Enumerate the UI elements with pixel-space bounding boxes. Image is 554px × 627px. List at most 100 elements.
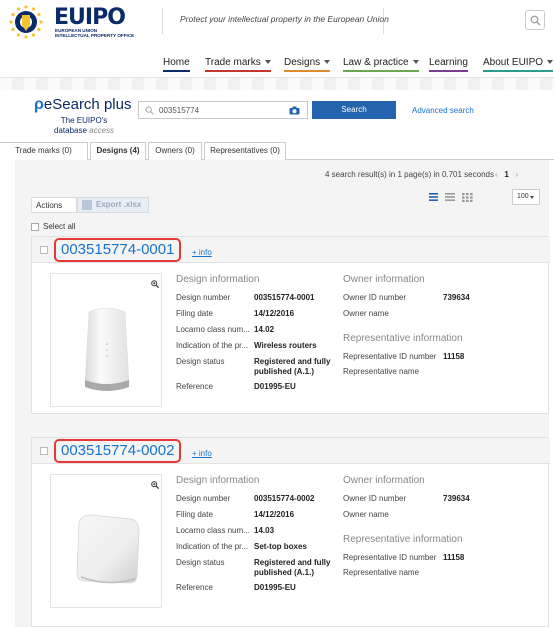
indication-label: Indication of the pr... — [176, 542, 249, 551]
eu-stars-icon — [9, 5, 43, 39]
locarno-value: 14.02 — [254, 325, 275, 334]
logo-subtitle: EUROPEAN UNION INTELLECTUAL PROPERTY OFF… — [55, 28, 135, 38]
indication-value: Set-top boxes — [254, 542, 307, 551]
status-label: Design status — [176, 357, 225, 366]
search-button[interactable]: Search — [312, 101, 396, 119]
design-result-card: 003515774-0002 + info Design information — [31, 437, 550, 627]
reference-value: D01995-EU — [254, 382, 296, 391]
design-number-value: 003515774-0002 — [254, 494, 315, 503]
euipo-logo[interactable]: EUIPO EUROPEAN UNION INTELLECTUAL PROPER… — [8, 4, 148, 40]
card-header: 003515774-0001 + info — [32, 237, 550, 263]
design-thumbnail[interactable] — [50, 273, 162, 407]
site-search-button[interactable] — [525, 10, 545, 30]
search-icon — [530, 15, 541, 26]
owner-id-value: 739634 — [443, 494, 470, 503]
pagination: ‹ 1 › — [495, 170, 518, 179]
rep-info-heading: Representative information — [343, 333, 463, 344]
grid-view-icon[interactable] — [462, 193, 473, 202]
rep-name-label: Representative name — [343, 568, 420, 577]
filing-date-value: 14/12/2016 — [254, 309, 295, 318]
rep-id-label: Representative ID number — [343, 553, 437, 562]
owner-id-label: Owner ID number — [343, 494, 407, 503]
export-xlsx-button[interactable]: Export .xlsx — [77, 197, 149, 213]
rep-id-value: 11158 — [443, 553, 465, 562]
logo-wordmark: EUIPO — [54, 5, 126, 30]
rep-id-label: Representative ID number — [343, 352, 437, 361]
owner-id-label: Owner ID number — [343, 293, 407, 302]
next-page-button[interactable]: › — [515, 170, 518, 179]
nav-learning[interactable]: Learning — [429, 57, 468, 72]
filing-date-label: Filing date — [176, 510, 213, 519]
select-all-checkbox[interactable] — [31, 222, 39, 231]
design-number-link[interactable]: 003515774-0002 — [54, 439, 182, 463]
view-toggle — [429, 192, 499, 204]
design-number-link[interactable]: 003515774-0001 — [54, 238, 182, 262]
design-result-card: 003515774-0001 + info Design information… — [31, 236, 550, 414]
tagline: Protect your intellectual property in th… — [180, 14, 389, 24]
result-checkbox[interactable] — [40, 246, 48, 254]
tab-representatives[interactable]: Representatives (0) — [204, 142, 286, 160]
design-info-heading: Design information — [176, 475, 260, 486]
results-panel: 4 search result(s) in 1 page(s) in 0.701… — [15, 160, 550, 627]
chevron-down-icon — [324, 60, 331, 65]
more-info-link[interactable]: + info — [192, 248, 212, 257]
camera-icon[interactable] — [289, 106, 300, 115]
excel-icon — [82, 200, 92, 210]
main-nav: Home Trade marks Designs Law & practice … — [0, 44, 554, 78]
list-view-icon[interactable] — [429, 193, 438, 201]
result-tabs: Trade marks (0) Designs (4) Owners (0) R… — [0, 142, 554, 161]
advanced-search-link[interactable]: Advanced search — [412, 106, 474, 115]
tab-trade-marks[interactable]: Trade marks (0) — [0, 142, 88, 160]
design-number-label: Design number — [176, 494, 231, 503]
locarno-label: Locarno class num... — [176, 526, 250, 535]
nav-home[interactable]: Home — [163, 57, 190, 72]
more-info-link[interactable]: + info — [192, 449, 212, 458]
router-image — [84, 307, 130, 391]
nav-designs[interactable]: Designs — [284, 57, 331, 72]
locarno-label: Locarno class num... — [176, 325, 250, 334]
design-info-heading: Design information — [176, 274, 260, 285]
rep-id-value: 11158 — [443, 352, 465, 361]
status-label: Design status — [176, 558, 225, 567]
chevron-down-icon — [547, 60, 554, 65]
nav-about-euipo[interactable]: About EUIPO — [483, 57, 554, 72]
search-icon — [145, 106, 154, 115]
chevron-down-icon — [264, 60, 271, 65]
chevron-down-icon — [530, 196, 534, 199]
per-page-select[interactable]: 100 — [512, 189, 540, 205]
status-value: Registered and fully published (A.1.) — [254, 558, 331, 577]
owner-info-heading: Owner information — [343, 475, 425, 486]
rep-name-label: Representative name — [343, 367, 420, 376]
decorative-stripe — [0, 78, 554, 90]
filing-date-label: Filing date — [176, 309, 213, 318]
tab-designs[interactable]: Designs (4) — [90, 142, 146, 161]
owner-name-label: Owner name — [343, 510, 389, 519]
search-input[interactable]: 003515774 — [138, 101, 308, 119]
prev-page-button[interactable]: ‹ — [495, 170, 498, 179]
actions-label: Actions — [36, 201, 63, 210]
reference-value: D01995-EU — [254, 583, 296, 592]
rep-info-heading: Representative information — [343, 534, 463, 545]
result-count: 4 search result(s) in 1 page(s) in 0.701… — [325, 170, 494, 179]
reference-label: Reference — [176, 583, 213, 592]
current-page[interactable]: 1 — [504, 170, 508, 179]
top-bar: EUIPO EUROPEAN UNION INTELLECTUAL PROPER… — [0, 0, 554, 44]
nav-trade-marks[interactable]: Trade marks — [205, 57, 271, 72]
design-number-label: Design number — [176, 293, 231, 302]
card-header: 003515774-0002 + info — [32, 438, 550, 464]
chevron-down-icon — [412, 60, 419, 65]
detail-view-icon[interactable] — [445, 193, 455, 201]
esearch-logo[interactable]: ρeSearch plus The EUIPO's database acces… — [24, 96, 134, 138]
esearch-title: ρeSearch plus — [34, 96, 132, 113]
filing-date-value: 14/12/2016 — [254, 510, 295, 519]
status-value: Registered and fully published (A.1.) — [254, 357, 331, 376]
tab-owners[interactable]: Owners (0) — [148, 142, 202, 160]
nav-law-practice[interactable]: Law & practice — [343, 57, 419, 72]
set-top-box-image — [76, 514, 140, 584]
result-checkbox[interactable] — [40, 447, 48, 455]
select-all[interactable]: Select all — [31, 222, 75, 231]
indication-value: Wireless routers — [254, 341, 317, 350]
design-thumbnail[interactable] — [50, 474, 162, 608]
design-number-value: 003515774-0001 — [254, 293, 315, 302]
owner-info-heading: Owner information — [343, 274, 425, 285]
